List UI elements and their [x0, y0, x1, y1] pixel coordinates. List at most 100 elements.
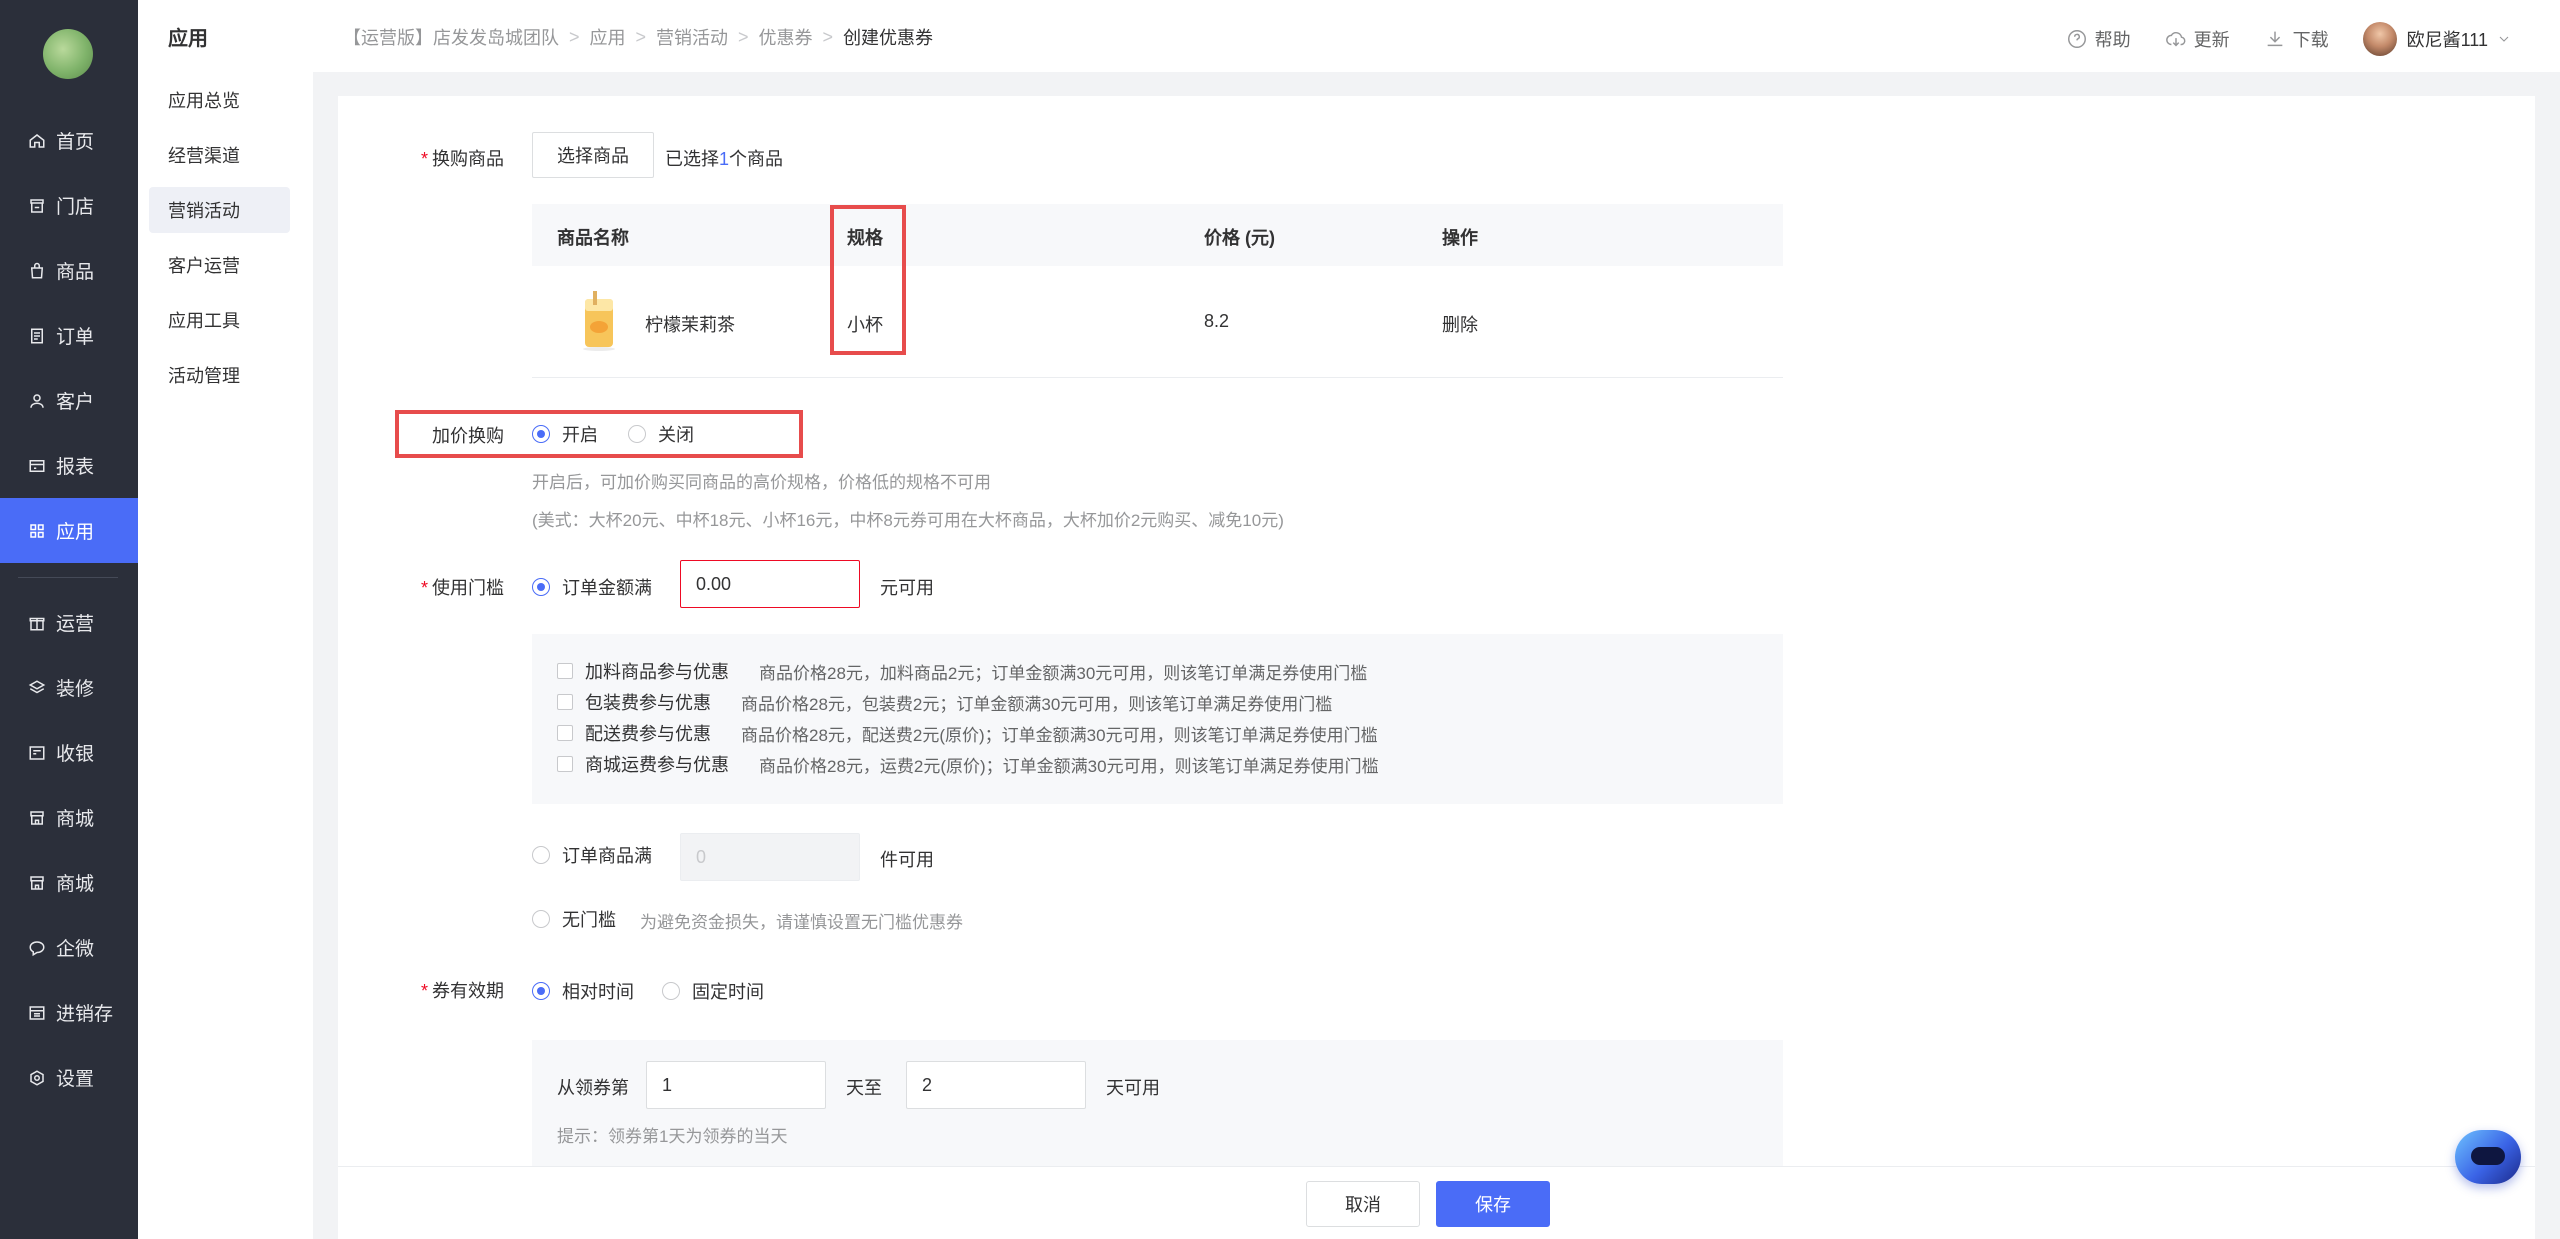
nav-item-goods[interactable]: 商品	[0, 238, 138, 303]
nav-item-operation[interactable]: 运营	[0, 590, 138, 655]
threshold-count-radio[interactable]: 订单商品满	[532, 842, 652, 868]
goods-table: 商品名称 规格 价格 (元) 操作 柠檬茉莉茶 小杯 8.2 删除	[532, 204, 1783, 378]
nav-item-home[interactable]: 首页	[0, 108, 138, 173]
threshold-label: * 使用门槛	[420, 578, 504, 598]
nav-item-label: 商城	[56, 874, 95, 895]
mall-icon	[30, 810, 44, 825]
validity-to-suffix: 天可用	[1106, 1078, 1160, 1098]
col-price: 价格 (元)	[1204, 228, 1275, 248]
nav-item-customer[interactable]: 客户	[0, 368, 138, 433]
inventory-icon	[29, 1005, 45, 1020]
threshold-count-input[interactable]: 0	[680, 833, 860, 881]
threshold-amount-radio[interactable]: 订单金额满	[532, 574, 652, 600]
select-goods-button[interactable]: 选择商品	[532, 132, 654, 178]
threshold-amount-suffix: 元可用	[880, 578, 934, 598]
validity-fixed-radio[interactable]: 固定时间	[662, 978, 764, 1004]
nav-item-mall[interactable]: 商城	[0, 785, 138, 850]
main-nav: 首页 门店 商品 订单 客户 报表 应用 运营 装修 收银 商城 商城 企微 进…	[0, 0, 138, 1239]
help-button[interactable]: 帮助	[2066, 26, 2131, 52]
cashier-icon	[29, 745, 45, 760]
addon-on-radio[interactable]: 开启	[532, 421, 598, 447]
mall-shipping-checkbox[interactable]: 商城运费参与优惠 商品价格28元，运费2元(原价)；订单金额满30元可用，则该笔订…	[557, 751, 1379, 777]
validity-label: * 券有效期	[420, 981, 504, 1001]
delete-goods-link[interactable]: 删除	[1442, 311, 1478, 337]
subnav-item-marketing[interactable]: 营销活动	[149, 187, 290, 233]
download-label: 下载	[2292, 30, 2329, 50]
update-label: 更新	[2193, 30, 2230, 50]
nav-item-label: 装修	[56, 679, 95, 700]
goods-name: 柠檬茉莉茶	[645, 315, 735, 335]
table-header: 商品名称 规格 价格 (元) 操作	[532, 204, 1783, 266]
coupon-form: * 换购商品 选择商品 已选择1个商品 商品名称 规格 价格 (元) 操作 柠檬茉…	[338, 96, 2535, 1166]
nav-item-settings[interactable]: 设置	[0, 1045, 138, 1110]
subnav-item-overview[interactable]: 应用总览	[149, 77, 290, 123]
help-icon	[2067, 30, 2086, 48]
update-button[interactable]: 更新	[2165, 26, 2230, 52]
breadcrumb-item[interactable]: 【运营版】店发发岛城团队	[343, 24, 559, 50]
nav-item-mall-2[interactable]: 商城	[0, 850, 138, 915]
nav-item-inventory[interactable]: 进销存	[0, 980, 138, 1045]
nav-item-label: 首页	[56, 132, 95, 153]
shop-avatar[interactable]	[43, 29, 93, 79]
home-icon	[29, 133, 45, 148]
nav-item-label: 企微	[56, 939, 95, 960]
addon-goods-checkbox[interactable]: 加料商品参与优惠 商品价格28元，加料商品2元；订单金额满30元可用，则该笔订单满…	[557, 658, 1367, 684]
packaging-fee-checkbox[interactable]: 包装费参与优惠 商品价格28元，包装费2元；订单金额满30元可用，则该笔订单满足券…	[557, 689, 1332, 715]
cancel-button[interactable]: 取消	[1306, 1181, 1420, 1227]
validity-from-input[interactable]: 1	[646, 1061, 826, 1109]
chevron-right-icon: >	[569, 26, 580, 47]
chevron-right-icon: >	[635, 26, 647, 47]
user-menu[interactable]: 欧尼酱111	[2362, 22, 2512, 56]
selected-goods-text: 已选择1个商品	[665, 149, 784, 169]
checkbox-icon	[557, 663, 573, 679]
report-icon	[29, 459, 45, 472]
breadcrumb: 【运营版】店发发岛城团队 > 应用 > 营销活动 > 优惠券 > 创建优惠券	[343, 24, 933, 50]
subnav-item-tools[interactable]: 应用工具	[149, 297, 290, 343]
gear-icon	[30, 1069, 44, 1086]
col-goods-name: 商品名称	[557, 228, 629, 248]
breadcrumb-item[interactable]: 优惠券	[759, 24, 813, 50]
nav-item-order[interactable]: 订单	[0, 303, 138, 368]
checkbox-icon	[557, 725, 573, 741]
nav-item-label: 运营	[56, 614, 95, 635]
user-icon	[30, 393, 44, 408]
threshold-none-radio[interactable]: 无门槛	[532, 906, 616, 932]
nav-item-cashier[interactable]: 收银	[0, 720, 138, 785]
bag-icon	[30, 262, 44, 278]
radio-unchecked-icon	[628, 425, 646, 443]
nav-item-apps[interactable]: 应用	[0, 498, 138, 563]
breadcrumb-current: 创建优惠券	[843, 28, 934, 48]
swap-goods-label: * 换购商品	[420, 149, 504, 169]
radio-checked-icon	[532, 578, 550, 596]
addon-off-radio[interactable]: 关闭	[628, 421, 694, 447]
nav-item-decor[interactable]: 装修	[0, 655, 138, 720]
top-tools: 帮助 更新 下载 欧尼酱111	[2032, 22, 2512, 56]
threshold-amount-input[interactable]: 0.00	[680, 560, 860, 608]
drink-thumbnail	[583, 291, 615, 351]
form-footer: 取消 保存	[338, 1166, 2535, 1239]
nav-item-label: 收银	[56, 744, 95, 765]
cloud-download-icon	[2165, 31, 2186, 47]
nav-item-wecom[interactable]: 企微	[0, 915, 138, 980]
nav-item-label: 报表	[56, 457, 95, 478]
nav-divider	[18, 577, 118, 578]
validity-to-input[interactable]: 2	[906, 1061, 1086, 1109]
breadcrumb-item[interactable]: 应用	[590, 24, 626, 50]
checkbox-icon	[557, 756, 573, 772]
assistant-bot-icon[interactable]	[2455, 1130, 2521, 1184]
nav-item-report[interactable]: 报表	[0, 433, 138, 498]
delivery-fee-checkbox[interactable]: 配送费参与优惠 商品价格28元，配送费2元(原价)；订单金额满30元可用，则该笔订…	[557, 720, 1378, 746]
nav-item-store[interactable]: 门店	[0, 173, 138, 238]
subnav-item-channels[interactable]: 经营渠道	[149, 132, 290, 178]
validity-relative-radio[interactable]: 相对时间	[532, 978, 634, 1004]
save-button[interactable]: 保存	[1436, 1181, 1550, 1227]
nav-item-label: 进销存	[56, 1004, 114, 1025]
download-button[interactable]: 下载	[2264, 26, 2329, 52]
subnav-item-customer-ops[interactable]: 客户运营	[149, 242, 290, 288]
spec-highlight-box	[830, 205, 906, 355]
addon-hint-1: 开启后，可加价购买同商品的高价规格，价格低的规格不可用	[532, 473, 991, 492]
breadcrumb-item[interactable]: 营销活动	[656, 24, 728, 50]
nav-item-label: 商品	[56, 262, 95, 283]
subnav-item-activity[interactable]: 活动管理	[149, 352, 290, 398]
checkbox-icon	[557, 694, 573, 710]
